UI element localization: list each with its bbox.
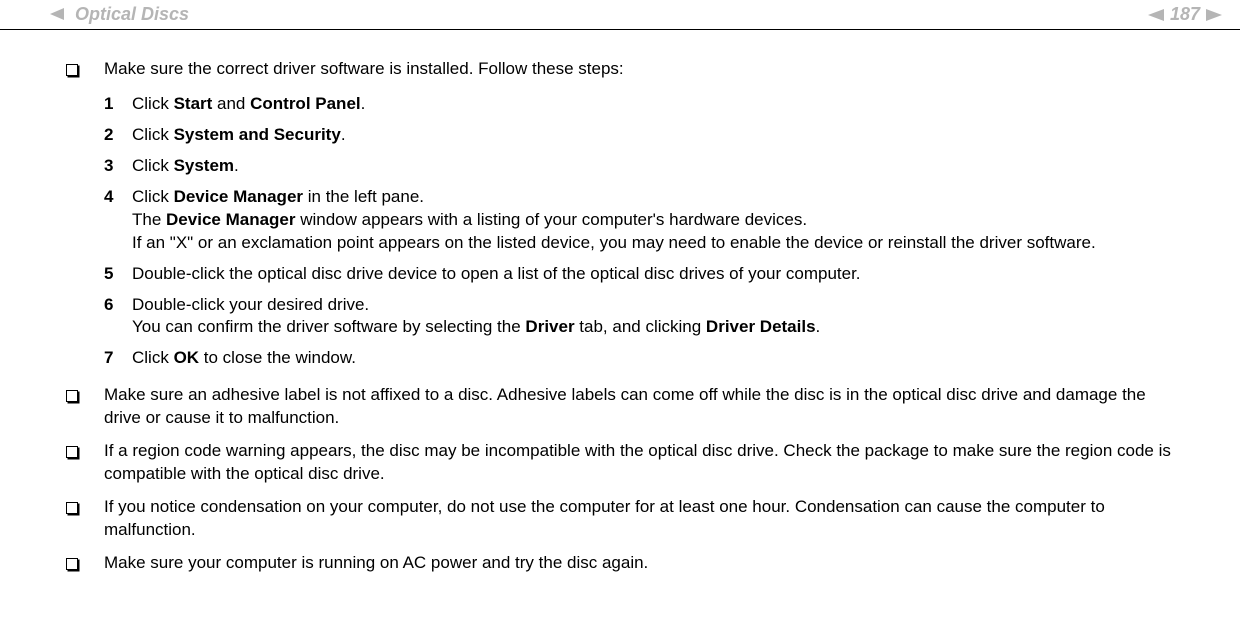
- bullet-icon: [60, 440, 104, 465]
- next-page-icon[interactable]: [1206, 9, 1222, 21]
- text: If an "X" or an exclamation point appear…: [132, 233, 1096, 252]
- breadcrumb-arrow-icon: [50, 4, 64, 25]
- step-number: 2: [104, 124, 132, 147]
- step-item: 6 Double-click your desired drive. You c…: [104, 294, 1180, 340]
- step-text: Click OK to close the window.: [132, 347, 1180, 370]
- bold-text: Driver: [525, 317, 574, 336]
- step-number: 5: [104, 263, 132, 286]
- bold-text: System and Security: [174, 125, 341, 144]
- breadcrumb: Optical Discs: [50, 4, 189, 25]
- list-item-text: If a region code warning appears, the di…: [104, 440, 1180, 486]
- bold-text: Device Manager: [174, 187, 303, 206]
- text: to close the window.: [199, 348, 356, 367]
- page-number: 187: [1170, 4, 1200, 25]
- text: Click: [132, 187, 174, 206]
- breadcrumb-text: Optical Discs: [75, 4, 189, 24]
- step-item: 3 Click System.: [104, 155, 1180, 178]
- step-item: 2 Click System and Security.: [104, 124, 1180, 147]
- steps-list: 1 Click Start and Control Panel. 2 Click…: [104, 93, 1180, 370]
- list-item-text: Make sure the correct driver software is…: [104, 58, 1180, 81]
- text: The: [132, 210, 166, 229]
- bold-text: Device Manager: [166, 210, 295, 229]
- text: Click: [132, 125, 174, 144]
- list-item: Make sure the correct driver software is…: [60, 58, 1180, 83]
- text: Click: [132, 348, 174, 367]
- step-item: 5 Double-click the optical disc drive de…: [104, 263, 1180, 286]
- bullet-icon: [60, 496, 104, 521]
- bold-text: Driver Details: [706, 317, 816, 336]
- bold-text: Control Panel: [250, 94, 361, 113]
- step-number: 7: [104, 347, 132, 370]
- step-number: 3: [104, 155, 132, 178]
- list-item-text: If you notice condensation on your compu…: [104, 496, 1180, 542]
- list-item-text: Make sure an adhesive label is not affix…: [104, 384, 1180, 430]
- step-text: Click System and Security.: [132, 124, 1180, 147]
- text: You can confirm the driver software by s…: [132, 317, 525, 336]
- bold-text: Start: [174, 94, 213, 113]
- text: Click: [132, 156, 174, 175]
- list-item: If you notice condensation on your compu…: [60, 496, 1180, 542]
- step-number: 1: [104, 93, 132, 116]
- text: Double-click your desired drive.: [132, 295, 369, 314]
- step-number: 4: [104, 186, 132, 209]
- bullet-icon: [60, 384, 104, 409]
- step-text: Click Device Manager in the left pane. T…: [132, 186, 1180, 255]
- text: .: [234, 156, 239, 175]
- text: in the left pane.: [303, 187, 424, 206]
- prev-page-icon[interactable]: [1148, 9, 1164, 21]
- text: and: [212, 94, 250, 113]
- page-header: Optical Discs 187: [0, 0, 1240, 30]
- bullet-icon: [60, 58, 104, 83]
- list-item: Make sure your computer is running on AC…: [60, 552, 1180, 577]
- step-text: Click System.: [132, 155, 1180, 178]
- bold-text: System: [174, 156, 234, 175]
- text: Click: [132, 94, 174, 113]
- list-item: Make sure an adhesive label is not affix…: [60, 384, 1180, 430]
- bullet-icon: [60, 552, 104, 577]
- text: .: [361, 94, 366, 113]
- step-text: Double-click your desired drive. You can…: [132, 294, 1180, 340]
- bold-text: OK: [174, 348, 200, 367]
- step-item: 1 Click Start and Control Panel.: [104, 93, 1180, 116]
- text: tab, and clicking: [575, 317, 706, 336]
- page-content: Make sure the correct driver software is…: [0, 30, 1240, 577]
- text: .: [341, 125, 346, 144]
- step-number: 6: [104, 294, 132, 317]
- text: window appears with a listing of your co…: [295, 210, 807, 229]
- page-number-nav: 187: [1148, 4, 1222, 25]
- text: .: [816, 317, 821, 336]
- list-item: If a region code warning appears, the di…: [60, 440, 1180, 486]
- step-text: Click Start and Control Panel.: [132, 93, 1180, 116]
- step-text: Double-click the optical disc drive devi…: [132, 263, 1180, 286]
- list-item-text: Make sure your computer is running on AC…: [104, 552, 1180, 575]
- step-item: 7 Click OK to close the window.: [104, 347, 1180, 370]
- step-item: 4 Click Device Manager in the left pane.…: [104, 186, 1180, 255]
